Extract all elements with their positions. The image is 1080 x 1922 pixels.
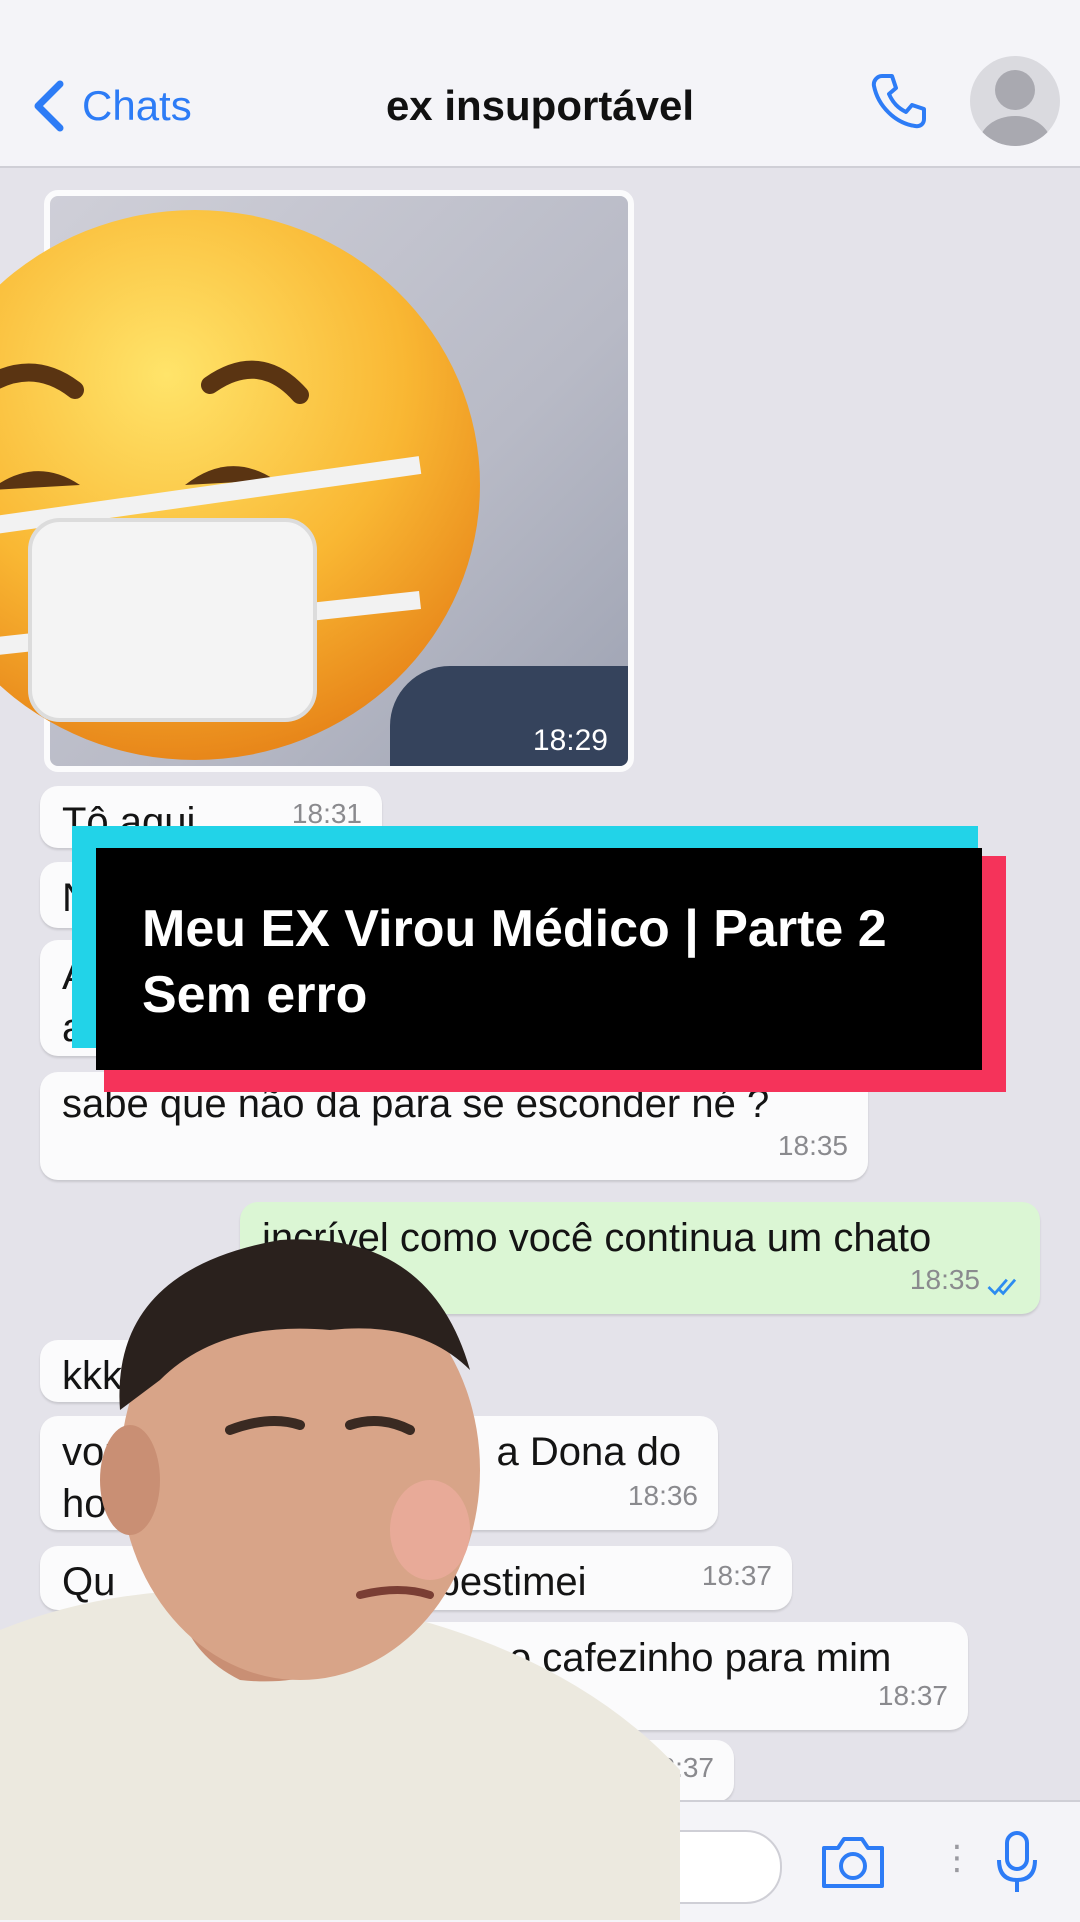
message-time: 18:37: [701, 1560, 772, 1591]
message-time: 18:35: [909, 1264, 980, 1295]
camera-icon[interactable]: [818, 1834, 888, 1890]
avatar-icon: [979, 70, 1051, 146]
banner-line-1: Meu EX Virou Médico | Parte 2: [142, 900, 887, 958]
separator-dots: ⋮: [940, 1839, 974, 1877]
message-time: 18:35: [777, 1130, 848, 1161]
message-time: 18:29: [532, 724, 608, 757]
chat-header: Chats ex insuportável: [0, 0, 1080, 168]
microphone-icon[interactable]: [992, 1830, 1042, 1896]
banner-line-2: Sem erro: [142, 966, 368, 1024]
presenter-video-overlay: [0, 1239, 680, 1920]
mask-emoji-sticker: [0, 210, 480, 760]
video-title-banner: Meu EX Virou Médico | Parte 2 Sem erro: [96, 848, 982, 1070]
phone-icon[interactable]: [868, 70, 930, 132]
message-time: 18:37: [877, 1680, 948, 1711]
double-check-icon: [987, 1278, 1017, 1296]
contact-avatar[interactable]: [970, 56, 1060, 146]
